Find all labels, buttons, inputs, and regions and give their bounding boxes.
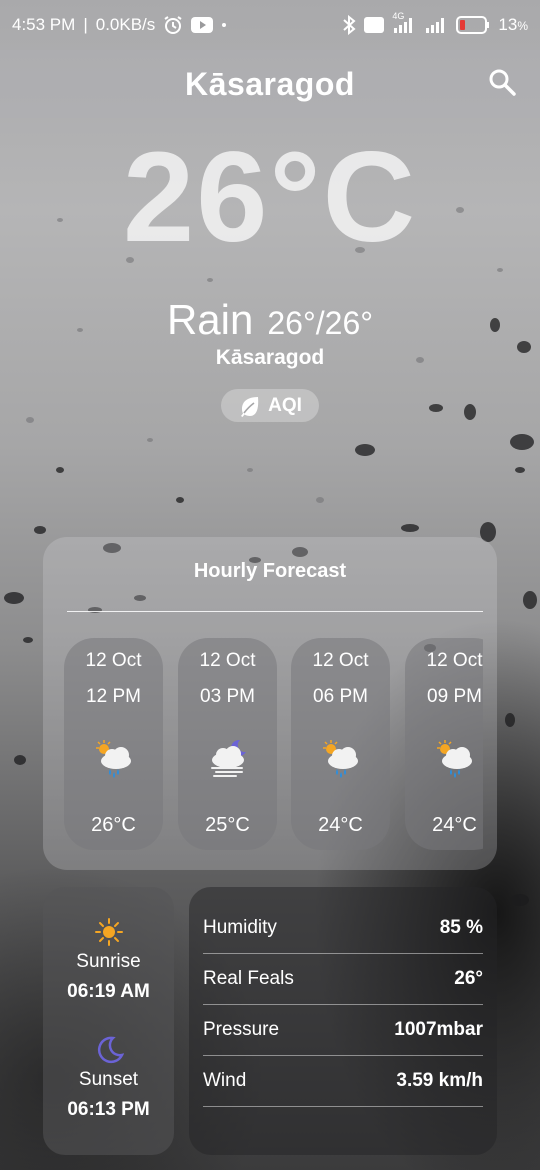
page-title: Kāsaragod: [185, 65, 355, 102]
hourly-date: 12 Oct: [199, 650, 256, 671]
hourly-date: 12 Oct: [312, 650, 369, 671]
detail-label: Pressure: [203, 1019, 280, 1040]
sunset-time: 06:13 PM: [67, 1099, 150, 1120]
sun-cloud-rain-icon: [437, 740, 472, 778]
current-temperature: 26°C: [123, 126, 417, 269]
condition-row: Rain 26°/26°: [0, 296, 540, 344]
dot-icon: [221, 22, 227, 28]
sunset-label: Sunset: [78, 1069, 139, 1090]
moon-cloud-fog-icon: [211, 739, 246, 777]
sun-card: Sunrise 06:19 AM Sunset 06:13 PM: [43, 887, 174, 1155]
detail-row-pressure: Pressure 1007mbar: [203, 1005, 483, 1056]
sun-cloud-rain-icon: [323, 740, 358, 778]
temperature-range: 26°/26°: [267, 305, 374, 341]
sun-cloud-rain-icon: [96, 740, 131, 778]
status-bar: 4:53 PM | 0.0KB/s 4G 13%: [0, 0, 540, 50]
detail-row-humidity: Humidity 85 %: [203, 903, 483, 954]
network-speed: 0.0KB/s: [95, 15, 156, 34]
sunrise-icon: [94, 918, 123, 946]
hourly-item[interactable]: 12 Oct 12 PM 26°C: [64, 638, 163, 850]
hourly-time: 03 PM: [200, 686, 255, 707]
hourly-date: 12 Oct: [426, 650, 483, 671]
detail-value: 1007mbar: [394, 1019, 483, 1040]
alarm-icon: [163, 15, 183, 35]
details-card: Humidity 85 % Real Feals 26° Pressure 10…: [189, 887, 497, 1155]
search-icon: [489, 69, 516, 96]
city-label: Kāsaragod: [215, 346, 325, 369]
leaf-icon: [241, 396, 259, 417]
battery-level: 13%: [498, 15, 528, 34]
hourly-temp: 26°C: [91, 814, 136, 836]
detail-row-wind: Wind 3.59 km/h: [203, 1056, 483, 1107]
sunrise-block: Sunrise 06:19 AM: [43, 917, 174, 1003]
condition-text: Rain: [166, 296, 254, 343]
hourly-title: Hourly Forecast: [193, 560, 347, 582]
signal-icon: 4G: [392, 11, 416, 33]
search-button[interactable]: [484, 64, 520, 100]
sunset-block: Sunset 06:13 PM: [43, 1035, 174, 1121]
signal-tag: 4G: [392, 11, 405, 21]
detail-value: 3.59 km/h: [396, 1070, 483, 1091]
detail-value: 26°: [454, 968, 483, 989]
hourly-item[interactable]: 12 Oct 06 PM 24°C: [291, 638, 390, 850]
hourly-forecast-card: Hourly Forecast 12 Oct 12 PM 26°C 12 Oct…: [43, 537, 497, 870]
youtube-icon: [191, 17, 214, 33]
status-separator: |: [83, 15, 88, 34]
moon-icon: [97, 1036, 124, 1064]
hourly-divider: [67, 611, 483, 612]
detail-label: Wind: [203, 1070, 247, 1091]
hourly-list[interactable]: 12 Oct 12 PM 26°C 12 Oct 03 PM 25°C 12 O…: [64, 638, 483, 852]
bluetooth-icon: [342, 15, 356, 35]
sunrise-label: Sunrise: [76, 951, 141, 972]
hourly-time: 12 PM: [86, 686, 141, 707]
battery-icon: [456, 16, 490, 34]
hourly-temp: 25°C: [205, 814, 250, 836]
app-bar: Kāsaragod: [0, 50, 540, 118]
detail-label: Real Feals: [203, 968, 294, 989]
aqi-label: AQI: [268, 394, 302, 416]
volte-icon: [364, 17, 385, 33]
hourly-item[interactable]: 12 Oct 09 PM 24°C: [405, 638, 483, 850]
sunrise-time: 06:19 AM: [67, 981, 150, 1002]
detail-label: Humidity: [203, 917, 277, 938]
status-time: 4:53 PM: [12, 15, 76, 34]
detail-row-real-feel: Real Feals 26°: [203, 954, 483, 1005]
hourly-item[interactable]: 12 Oct 03 PM 25°C: [178, 638, 277, 850]
status-right: 4G 13%: [342, 11, 528, 35]
hourly-time: 06 PM: [313, 686, 368, 707]
hourly-date: 12 Oct: [85, 650, 142, 671]
hourly-time: 09 PM: [427, 686, 482, 707]
signal-icon-2: [424, 17, 448, 33]
hourly-temp: 24°C: [318, 814, 363, 836]
detail-value: 85 %: [439, 917, 483, 938]
status-left: 4:53 PM | 0.0KB/s: [12, 15, 227, 35]
hourly-temp: 24°C: [432, 814, 477, 836]
aqi-button[interactable]: AQI: [221, 389, 319, 422]
